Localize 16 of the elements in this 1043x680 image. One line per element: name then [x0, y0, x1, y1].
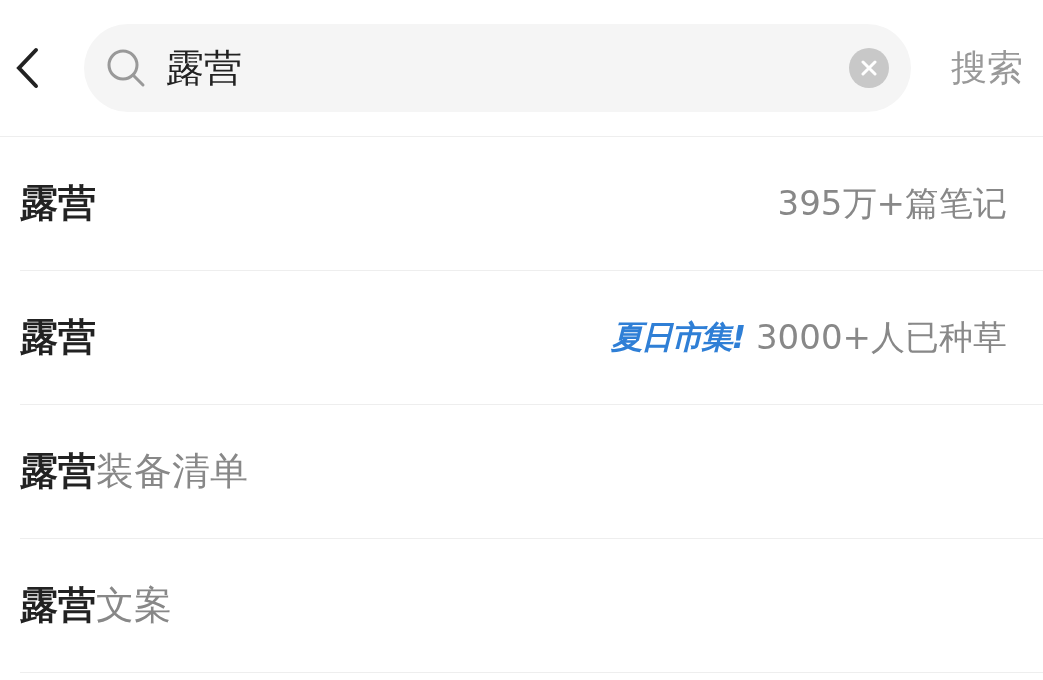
suggestion-text: 露营 [20, 180, 96, 227]
suggestion-text: 露营文案 [20, 582, 172, 629]
close-icon [861, 60, 877, 76]
suggestion-row[interactable]: 露营 夏日市集! 3000+人已种草 [20, 271, 1043, 405]
event-label: 夏日市集! [611, 316, 744, 358]
suggestion-row[interactable]: 露营 395万+篇笔记 [20, 137, 1043, 271]
search-field[interactable]: 露营 [84, 24, 911, 112]
back-icon [14, 47, 40, 89]
suggestion-meta: 3000+人已种草 [756, 315, 1007, 359]
suggestion-text: 露营装备清单 [20, 448, 248, 495]
suggestion-row[interactable]: 露营装备清单 [20, 405, 1043, 539]
suggestion-text: 露营 [20, 314, 96, 361]
suggestion-meta: 395万+篇笔记 [777, 181, 1007, 225]
suggestion-row[interactable]: 露营文案 [20, 539, 1043, 673]
search-icon [106, 48, 146, 88]
search-query: 露营 [166, 44, 243, 92]
